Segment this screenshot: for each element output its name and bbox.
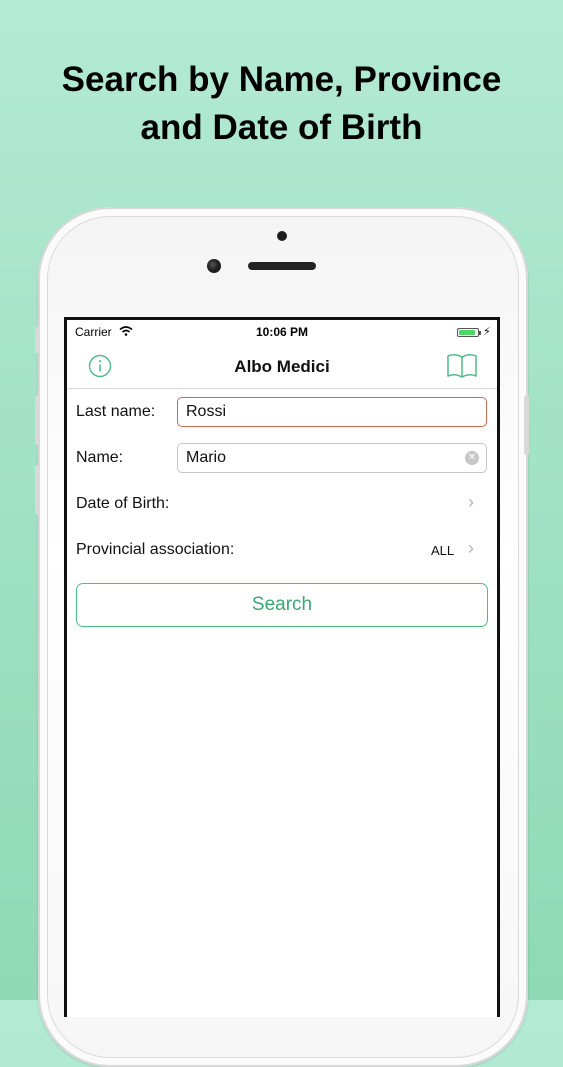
proximity-sensor bbox=[277, 231, 287, 241]
provincial-association-value: ALL bbox=[431, 543, 455, 558]
nav-title: Albo Medici bbox=[234, 357, 330, 376]
chevron-right-icon: › bbox=[468, 492, 474, 512]
provincial-association-row[interactable]: Provincial association: ALL › bbox=[67, 527, 497, 573]
name-field[interactable]: Mario bbox=[177, 443, 487, 473]
headline-line-2: and Date of Birth bbox=[140, 108, 423, 147]
last-name-label: Last name: bbox=[76, 403, 156, 420]
status-time: 10:06 PM bbox=[255, 325, 309, 339]
book-icon[interactable] bbox=[446, 352, 478, 380]
chevron-right-icon: › bbox=[468, 538, 474, 558]
front-camera bbox=[207, 259, 221, 273]
app-screen: Carrier 10:06 PM ⚡︎ Albo Medici Last nam… bbox=[64, 317, 500, 1017]
provincial-association-label: Provincial association: bbox=[76, 541, 235, 558]
volume-down-button bbox=[35, 465, 40, 515]
last-name-row: Last name: Rossi bbox=[67, 389, 497, 435]
mute-switch bbox=[35, 327, 40, 353]
last-name-field[interactable]: Rossi bbox=[177, 397, 487, 427]
headline: Search by Name, Province and Date of Bir… bbox=[0, 56, 563, 152]
search-button[interactable]: Search bbox=[76, 583, 488, 627]
headline-line-1: Search by Name, Province bbox=[61, 60, 502, 99]
clear-icon[interactable]: ✕ bbox=[465, 451, 479, 465]
battery-icon bbox=[457, 328, 479, 337]
name-label: Name: bbox=[76, 449, 124, 466]
date-of-birth-row[interactable]: Date of Birth: › bbox=[67, 481, 497, 527]
charging-bolt-icon: ⚡︎ bbox=[483, 326, 491, 338]
date-of-birth-label: Date of Birth: bbox=[76, 495, 170, 512]
navigation-bar: Albo Medici bbox=[67, 344, 497, 389]
name-row: Name: Mario ✕ bbox=[67, 435, 497, 481]
earpiece-speaker bbox=[248, 262, 316, 270]
volume-up-button bbox=[35, 395, 40, 445]
battery-level-fill bbox=[459, 330, 475, 335]
status-bar: Carrier 10:06 PM ⚡︎ bbox=[67, 320, 497, 344]
power-button bbox=[524, 395, 529, 455]
battery-tip bbox=[479, 331, 481, 335]
